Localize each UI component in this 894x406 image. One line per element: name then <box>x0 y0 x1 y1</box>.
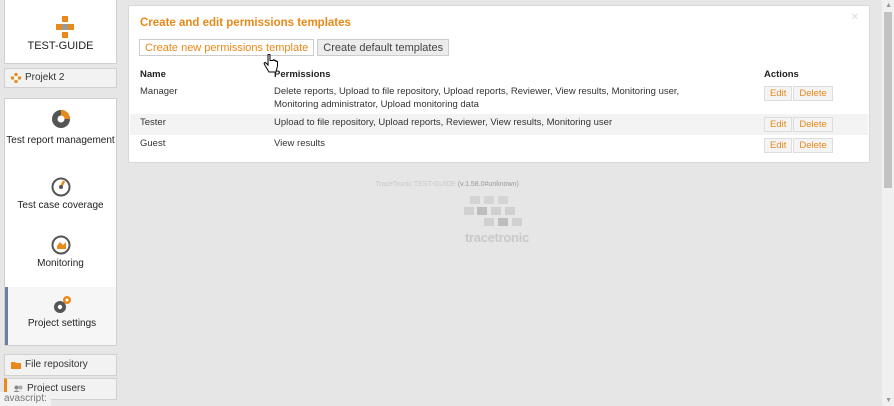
gears-icon <box>54 296 71 313</box>
template-permissions: Delete reports, Upload to file repositor… <box>274 86 680 110</box>
tracetronic-wordmark: tracetronic <box>465 230 529 245</box>
permissions-table: Name Permissions Actions Manager Delete … <box>130 68 868 156</box>
project-name: Projekt 2 <box>25 72 65 83</box>
scroll-up-arrow-icon[interactable]: ▲ <box>885 2 892 9</box>
edit-button[interactable]: Edit <box>764 117 793 132</box>
company-name: TraceTronic TEST-GUIDE <box>375 181 456 188</box>
nav-monitoring[interactable]: Monitoring <box>5 229 116 287</box>
tab-create-new-permissions-template[interactable]: Create new permissions template <box>139 39 315 56</box>
hand-pointer-cursor-icon <box>263 54 278 73</box>
folder-icon <box>11 362 21 369</box>
delete-button[interactable]: Delete <box>793 117 833 132</box>
template-name: Guest <box>140 138 166 149</box>
template-name: Tester <box>130 114 264 135</box>
template-permissions: Upload to file repository, Upload report… <box>264 114 754 135</box>
nav-label: Test case coverage <box>17 200 104 211</box>
nav-label: File repository <box>25 359 88 370</box>
edit-button[interactable]: Edit <box>764 86 793 101</box>
delete-button[interactable]: Delete <box>793 138 833 153</box>
scrollbar-thumb[interactable] <box>884 12 892 188</box>
nav-label: Test report management <box>6 135 115 146</box>
test-guide-logo-icon <box>56 16 74 38</box>
nav-label: Monitoring <box>37 258 84 269</box>
column-header-name: Name <box>140 69 166 80</box>
version-info: TraceTronic TEST-GUIDE (v.1.58.0#unknown… <box>0 181 894 188</box>
template-name: Manager <box>140 86 178 97</box>
vertical-scrollbar[interactable]: ▲ ▼ <box>882 0 894 406</box>
nav-file-repository[interactable]: File repository <box>4 354 117 376</box>
monitoring-icon <box>51 235 70 255</box>
delete-button[interactable]: Delete <box>793 86 833 101</box>
template-permissions: View results <box>274 138 326 149</box>
table-row: Tester Upload to file repository, Upload… <box>130 114 868 135</box>
permissions-panel: Create and edit permissions templates ✕ … <box>128 5 870 163</box>
nav-project-settings[interactable]: Project settings <box>5 287 116 345</box>
panel-title: Create and edit permissions templates <box>140 17 351 29</box>
tab-bar: Create new permissions template Create d… <box>139 39 452 57</box>
edit-button[interactable]: Edit <box>764 138 793 153</box>
nav-test-report-management[interactable]: Test report management <box>5 99 116 171</box>
sidebar-nav: Test report management Test case coverag… <box>4 98 117 346</box>
tab-create-default-templates[interactable]: Create default templates <box>317 39 450 56</box>
browser-status-bar: avascript: <box>0 392 51 406</box>
nav-label: Project settings <box>27 318 97 329</box>
project-icon <box>11 73 21 83</box>
sidebar: TEST-GUIDE Projekt 2 Test report managem… <box>0 0 118 406</box>
project-selector[interactable]: Projekt 2 <box>4 68 117 88</box>
brand-name: TEST-GUIDE <box>27 40 94 52</box>
nav-test-case-coverage[interactable]: Test case coverage <box>5 171 116 229</box>
table-header-row: Name Permissions Actions <box>130 68 868 83</box>
scroll-down-arrow-icon[interactable]: ▼ <box>885 397 892 404</box>
table-row: Guest View results Edit Delete <box>130 135 868 156</box>
close-icon[interactable]: ✕ <box>851 12 859 23</box>
test-guide-logo[interactable]: TEST-GUIDE <box>4 0 117 64</box>
pie-chart-icon <box>51 110 70 128</box>
column-header-permissions: Permissions <box>274 69 331 80</box>
column-header-actions: Actions <box>764 69 799 80</box>
version-number: (v.1.58.0#unknown) <box>457 181 519 188</box>
tracetronic-logo-icon <box>464 196 522 226</box>
table-row: Manager Delete reports, Upload to file r… <box>130 83 868 114</box>
